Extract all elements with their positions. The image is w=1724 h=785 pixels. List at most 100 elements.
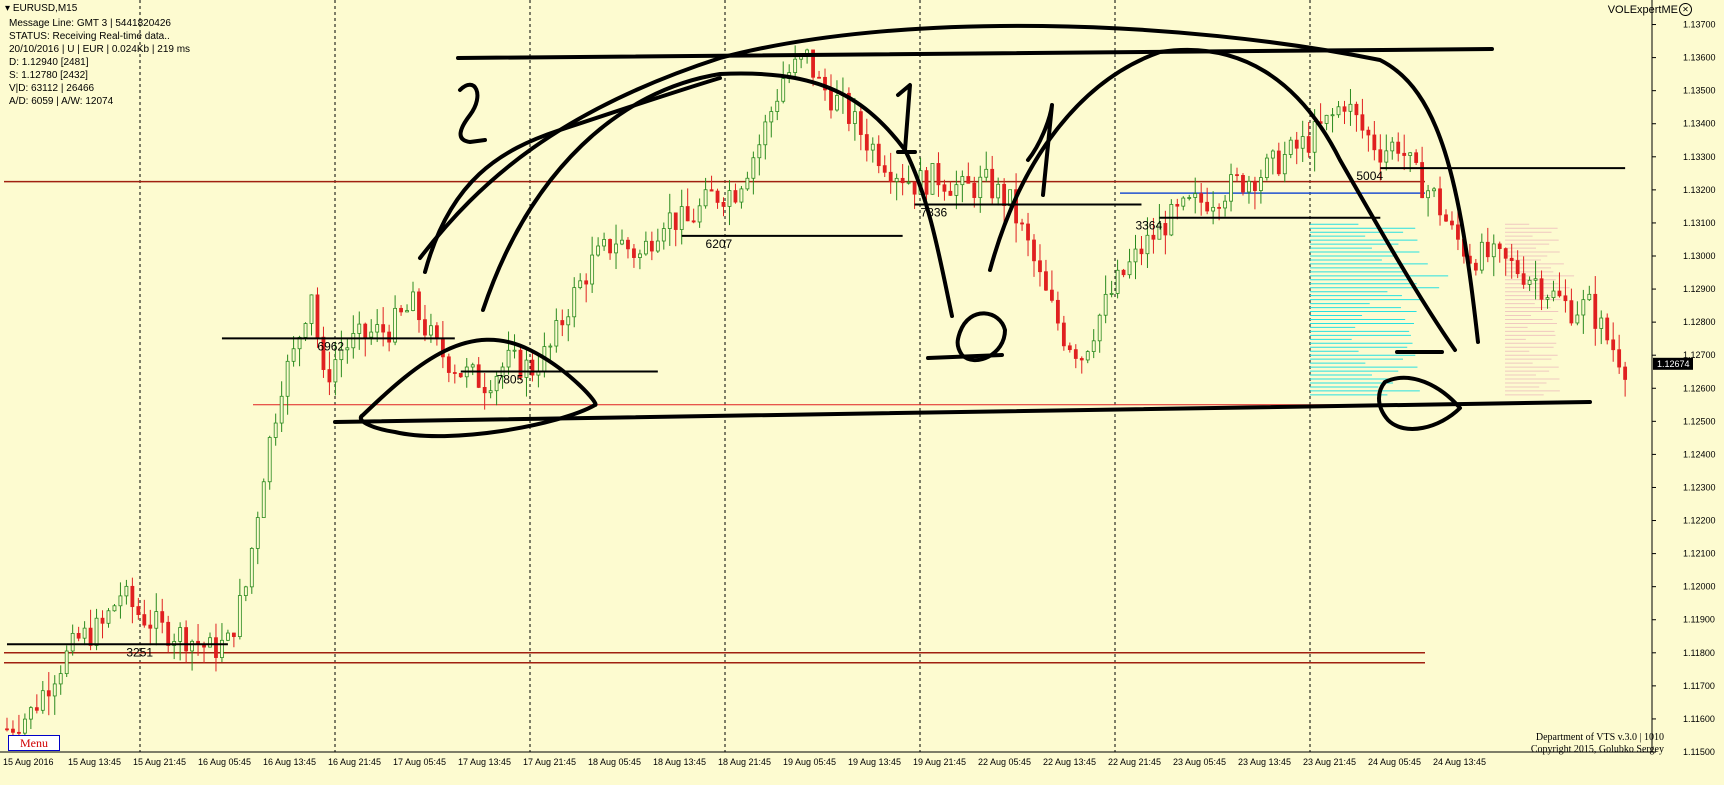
candle-body [739, 188, 744, 203]
candle-body [1611, 339, 1616, 351]
candle-body [817, 76, 821, 79]
candle-body [906, 181, 911, 184]
candle-body [733, 190, 738, 203]
candle-body [261, 481, 266, 518]
candle-body [1258, 177, 1263, 191]
candle-body [1229, 174, 1233, 202]
candle-body [1491, 243, 1496, 258]
volume-label: 3251 [126, 645, 153, 659]
candle-body [5, 728, 9, 731]
info-line: Message Line: GMT 3 | 5441820426 [9, 18, 171, 29]
annotation-ellipse-low [955, 311, 1007, 362]
candle-body [237, 595, 242, 637]
candle-body [417, 291, 421, 321]
candle-body [1306, 136, 1311, 153]
candle-body [1324, 114, 1329, 124]
candle-body [124, 585, 129, 597]
x-tick-label: 15 Aug 13:45 [68, 757, 121, 767]
candle-body [429, 325, 433, 336]
axes-layer: 1.13700 1.13600 1.13500 1.13400 1.13300 1.132… [0, 0, 1716, 767]
candle-body [476, 364, 481, 388]
candle-body [1342, 106, 1347, 112]
candle-body [458, 372, 463, 378]
x-tick-label: 19 Aug 21:45 [913, 757, 966, 767]
x-tick-label: 24 Aug 05:45 [1368, 757, 1421, 767]
candle-body [888, 171, 893, 182]
x-tick-label: 15 Aug 21:45 [133, 757, 186, 767]
candle-body [512, 349, 517, 352]
candle-body [1384, 150, 1389, 163]
candle-body [1145, 234, 1150, 255]
candle-body [112, 605, 117, 612]
candle-body [40, 690, 45, 711]
candle-body [864, 134, 869, 151]
candle-body [763, 121, 768, 146]
volume-label: 5004 [1356, 169, 1383, 183]
y-tick-label: 1.12600 [1683, 383, 1716, 393]
candle-body [64, 650, 69, 675]
candle-body [488, 390, 493, 394]
candle-body [1270, 150, 1275, 159]
y-tick-label: 1.11900 [1683, 615, 1715, 625]
candle-body [870, 143, 875, 151]
info-line: S: 1.12780 [2432] [9, 70, 88, 81]
volume-label: 7805 [497, 372, 524, 386]
volume-profile-layer [1310, 223, 1575, 396]
candle-body [1623, 366, 1628, 380]
candle-body [345, 347, 350, 351]
info-line: D: 1.12940 [2481] [9, 57, 89, 68]
candle-body [1073, 349, 1078, 359]
info-line: 20/10/2016 | U | EUR | 0.024Kb | 219 ms [9, 44, 191, 55]
x-tick-label: 18 Aug 21:45 [718, 757, 771, 767]
candle-body [214, 637, 218, 658]
candle-body [1509, 257, 1514, 261]
y-tick-label: 1.13100 [1683, 218, 1716, 228]
candle-body [1336, 106, 1341, 116]
candle-body [28, 707, 33, 720]
candle-body [1479, 241, 1484, 271]
x-tick-label: 19 Aug 05:45 [783, 757, 836, 767]
candle-body [685, 206, 690, 222]
candle-body [1366, 129, 1371, 136]
candle-body [697, 205, 702, 223]
candle-body [88, 627, 93, 646]
annotation-digit-2 [458, 82, 487, 144]
chart-canvas[interactable]: 3251696278056207783633645004 1.137001.13… [0, 0, 1724, 780]
candle-body [1055, 299, 1060, 324]
info-line: A/D: 6059 | A/W: 12074 [9, 96, 114, 107]
candle-body [1169, 204, 1174, 236]
menu-button[interactable]: Menu [8, 735, 60, 751]
candle-body [1175, 204, 1180, 207]
close-icon[interactable]: ✕ [1679, 3, 1692, 16]
candle-body [1515, 260, 1520, 275]
candle-body [1008, 189, 1013, 206]
x-tick-label: 16 Aug 21:45 [328, 757, 381, 767]
candle-body [1079, 358, 1084, 361]
collapse-triangle-icon[interactable]: ▾ [5, 3, 10, 14]
candle-body [1288, 139, 1293, 155]
candle-body [1205, 201, 1210, 212]
candle-body [954, 184, 959, 196]
candle-body [1247, 180, 1251, 193]
candle-body [900, 177, 905, 184]
candle-body [572, 287, 577, 318]
candle-body [1533, 278, 1538, 281]
level-lines-layer [4, 180, 1425, 664]
y-tick-label: 1.12200 [1683, 516, 1716, 526]
candle-body [452, 372, 457, 374]
candle-body [1193, 193, 1198, 198]
candle-body [470, 364, 475, 368]
x-tick-label: 18 Aug 13:45 [653, 757, 706, 767]
x-tick-label: 17 Aug 05:45 [393, 757, 446, 767]
candle-body [1378, 149, 1383, 163]
candle-body [655, 240, 660, 252]
price-chart[interactable]: 3251 6962 7805 6207 7836 3364 5004 1.13700 1.13… [0, 0, 1724, 780]
candle-body [279, 395, 284, 424]
candle-body [1139, 248, 1144, 255]
candle-body [1485, 241, 1490, 258]
candle-body [1402, 152, 1407, 156]
candle-body [1390, 141, 1395, 152]
candle-body [996, 183, 1001, 199]
candle-body [703, 189, 708, 207]
candle-body [578, 280, 583, 289]
